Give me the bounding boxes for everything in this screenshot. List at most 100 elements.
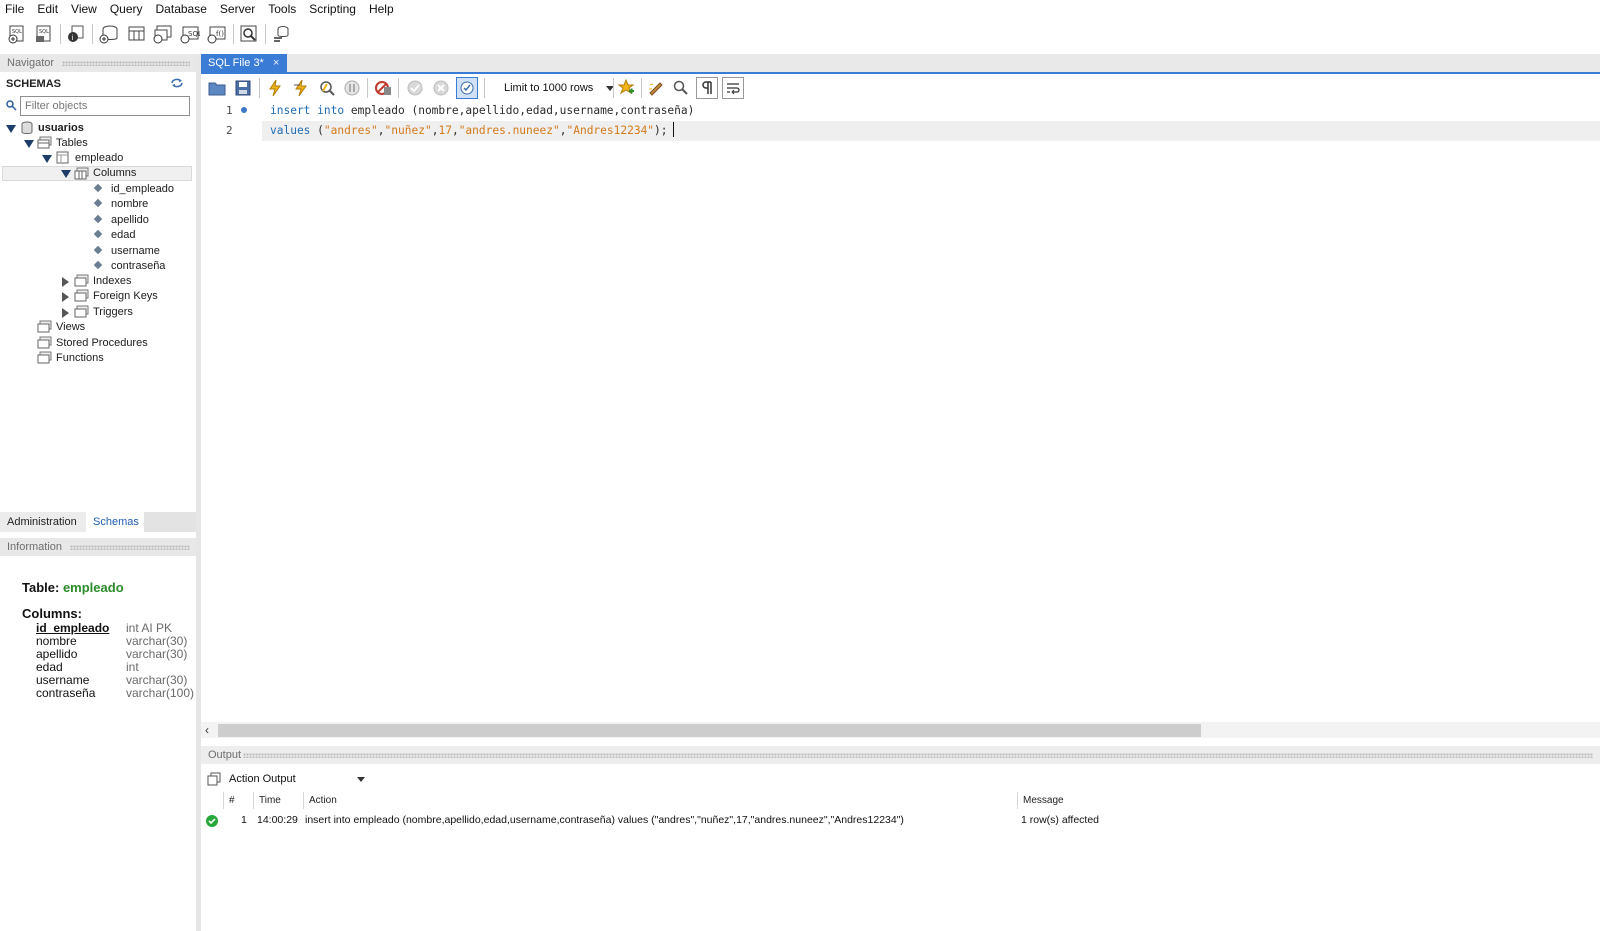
- tree-views[interactable]: Views: [56, 320, 85, 335]
- tree-functions[interactable]: Functions: [56, 351, 104, 366]
- create-table-icon[interactable]: [125, 23, 147, 45]
- create-function-icon[interactable]: f(): [206, 23, 228, 45]
- reconnect-icon[interactable]: [270, 23, 292, 45]
- svg-text:SQL: SQL: [188, 30, 200, 38]
- toggle-autocommit-icon[interactable]: [456, 77, 478, 99]
- output-grid: # Time Action Message 1 14:00:29 insert …: [201, 792, 1600, 931]
- rollback-icon[interactable]: [430, 77, 452, 99]
- column-header-number[interactable]: #: [223, 792, 253, 809]
- beautify-icon[interactable]: [645, 77, 667, 99]
- search-table-data-icon[interactable]: [238, 23, 260, 45]
- close-icon[interactable]: ×: [273, 54, 279, 72]
- execute-lightning-icon[interactable]: [264, 77, 286, 99]
- tree-column-item[interactable]: nombre: [111, 197, 148, 212]
- tree-column-item[interactable]: contraseña: [111, 259, 165, 274]
- open-sql-script-icon[interactable]: SQL: [33, 23, 55, 45]
- code-line-1[interactable]: insert into empleado (nombre,apellido,ed…: [270, 104, 694, 117]
- collapse-toggle-icon[interactable]: [62, 308, 69, 318]
- tree-column-item[interactable]: apellido: [111, 213, 149, 228]
- invisible-chars-icon[interactable]: [696, 77, 718, 99]
- save-icon[interactable]: [232, 77, 254, 99]
- expand-toggle-icon[interactable]: [6, 125, 16, 133]
- code-line-2[interactable]: values ("andres","nuñez",17,"andres.nune…: [270, 124, 668, 137]
- code-string: "andres.nuneez": [458, 124, 560, 137]
- column-header-action[interactable]: Action: [303, 792, 1017, 809]
- tree-stored-procedures[interactable]: Stored Procedures: [56, 336, 148, 351]
- line-number: 2: [226, 124, 233, 137]
- collapse-toggle-icon[interactable]: [62, 292, 69, 302]
- info-column-name: apellido: [36, 647, 78, 661]
- filter-objects-input[interactable]: [20, 96, 190, 116]
- find-icon[interactable]: [670, 77, 692, 99]
- toolbar-separator: [92, 24, 93, 44]
- tree-column-item[interactable]: edad: [111, 228, 135, 243]
- scroll-left-icon[interactable]: ‹: [205, 724, 209, 736]
- stop-icon[interactable]: [341, 77, 363, 99]
- svg-text:f(): f(): [216, 30, 224, 38]
- svg-text:SQL: SQL: [12, 29, 22, 35]
- output-mode-select[interactable]: Action Output: [229, 770, 369, 788]
- menu-database[interactable]: Database: [151, 0, 215, 18]
- commit-icon[interactable]: [404, 77, 426, 99]
- scrollbar-thumb[interactable]: [218, 724, 1201, 737]
- menu-tools[interactable]: Tools: [263, 0, 304, 18]
- execute-current-icon[interactable]: [290, 77, 312, 99]
- tab-title: SQL File 3*: [208, 57, 264, 69]
- views-folder-icon: [37, 320, 52, 336]
- tab-sql-file-3[interactable]: SQL File 3* ×: [201, 54, 287, 72]
- navigator-tabs: Administration Schemas: [0, 512, 196, 532]
- limit-rows-select[interactable]: Limit to 1000 rows: [501, 78, 618, 98]
- menu-view[interactable]: View: [66, 0, 105, 18]
- expand-toggle-icon[interactable]: [61, 170, 71, 178]
- line-number: 1: [226, 104, 233, 117]
- info-column-name: username: [36, 673, 90, 687]
- tree-columns[interactable]: Columns: [93, 166, 136, 181]
- column-header-time[interactable]: Time: [253, 792, 303, 809]
- statement-marker-icon: [241, 107, 247, 113]
- toolbar-separator: [367, 78, 368, 98]
- tree-table-empleado[interactable]: empleado: [75, 151, 123, 166]
- tree-triggers[interactable]: Triggers: [93, 305, 133, 320]
- menu-edit[interactable]: Edit: [32, 0, 66, 18]
- explain-icon[interactable]: [316, 77, 338, 99]
- open-file-icon[interactable]: [206, 77, 228, 99]
- menu-scripting[interactable]: Scripting: [304, 0, 364, 18]
- header-grip: [70, 545, 190, 550]
- info-column-type: int AI PK: [126, 621, 173, 635]
- code-string: "andres": [323, 124, 378, 137]
- triggers-folder-icon: [74, 305, 89, 321]
- add-snippet-icon[interactable]: [615, 77, 637, 99]
- menu-query[interactable]: Query: [105, 0, 151, 18]
- horizontal-scrollbar[interactable]: ‹: [201, 722, 1600, 738]
- new-sql-tab-icon[interactable]: SQL: [6, 23, 28, 45]
- expand-toggle-icon[interactable]: [24, 140, 34, 148]
- collapse-toggle-icon[interactable]: [62, 277, 69, 287]
- tab-administration[interactable]: Administration: [0, 512, 86, 532]
- sql-editor[interactable]: [201, 100, 1600, 720]
- menu-server[interactable]: Server: [215, 0, 263, 18]
- create-schema-icon[interactable]: [98, 23, 120, 45]
- tree-column-item[interactable]: id_empleado: [111, 182, 174, 197]
- copy-icon[interactable]: [207, 772, 221, 789]
- column-header-message[interactable]: Message: [1017, 792, 1600, 809]
- tab-schemas[interactable]: Schemas: [86, 512, 144, 532]
- tree-foreign-keys[interactable]: Foreign Keys: [93, 289, 158, 304]
- tree-schema-usuarios[interactable]: usuarios: [38, 121, 84, 136]
- toggle-continue-on-error-icon[interactable]: [372, 77, 394, 99]
- toolbar-separator: [233, 24, 234, 44]
- tree-tables[interactable]: Tables: [56, 136, 88, 151]
- row-message: 1 row(s) affected: [1021, 814, 1100, 826]
- tree-indexes[interactable]: Indexes: [93, 274, 132, 289]
- tree-column-item[interactable]: username: [111, 244, 160, 259]
- expand-toggle-icon[interactable]: [42, 155, 52, 163]
- search-icon: [5, 99, 17, 114]
- code-string: "Andres12234": [566, 124, 655, 137]
- word-wrap-icon[interactable]: [722, 77, 744, 99]
- create-procedure-icon[interactable]: SQL: [179, 23, 201, 45]
- menu-help[interactable]: Help: [364, 0, 402, 18]
- refresh-icon[interactable]: [170, 77, 184, 89]
- menu-file[interactable]: File: [0, 0, 32, 18]
- toolbar-separator: [613, 78, 614, 98]
- create-view-icon[interactable]: [152, 23, 174, 45]
- schema-inspector-icon[interactable]: i: [65, 23, 87, 45]
